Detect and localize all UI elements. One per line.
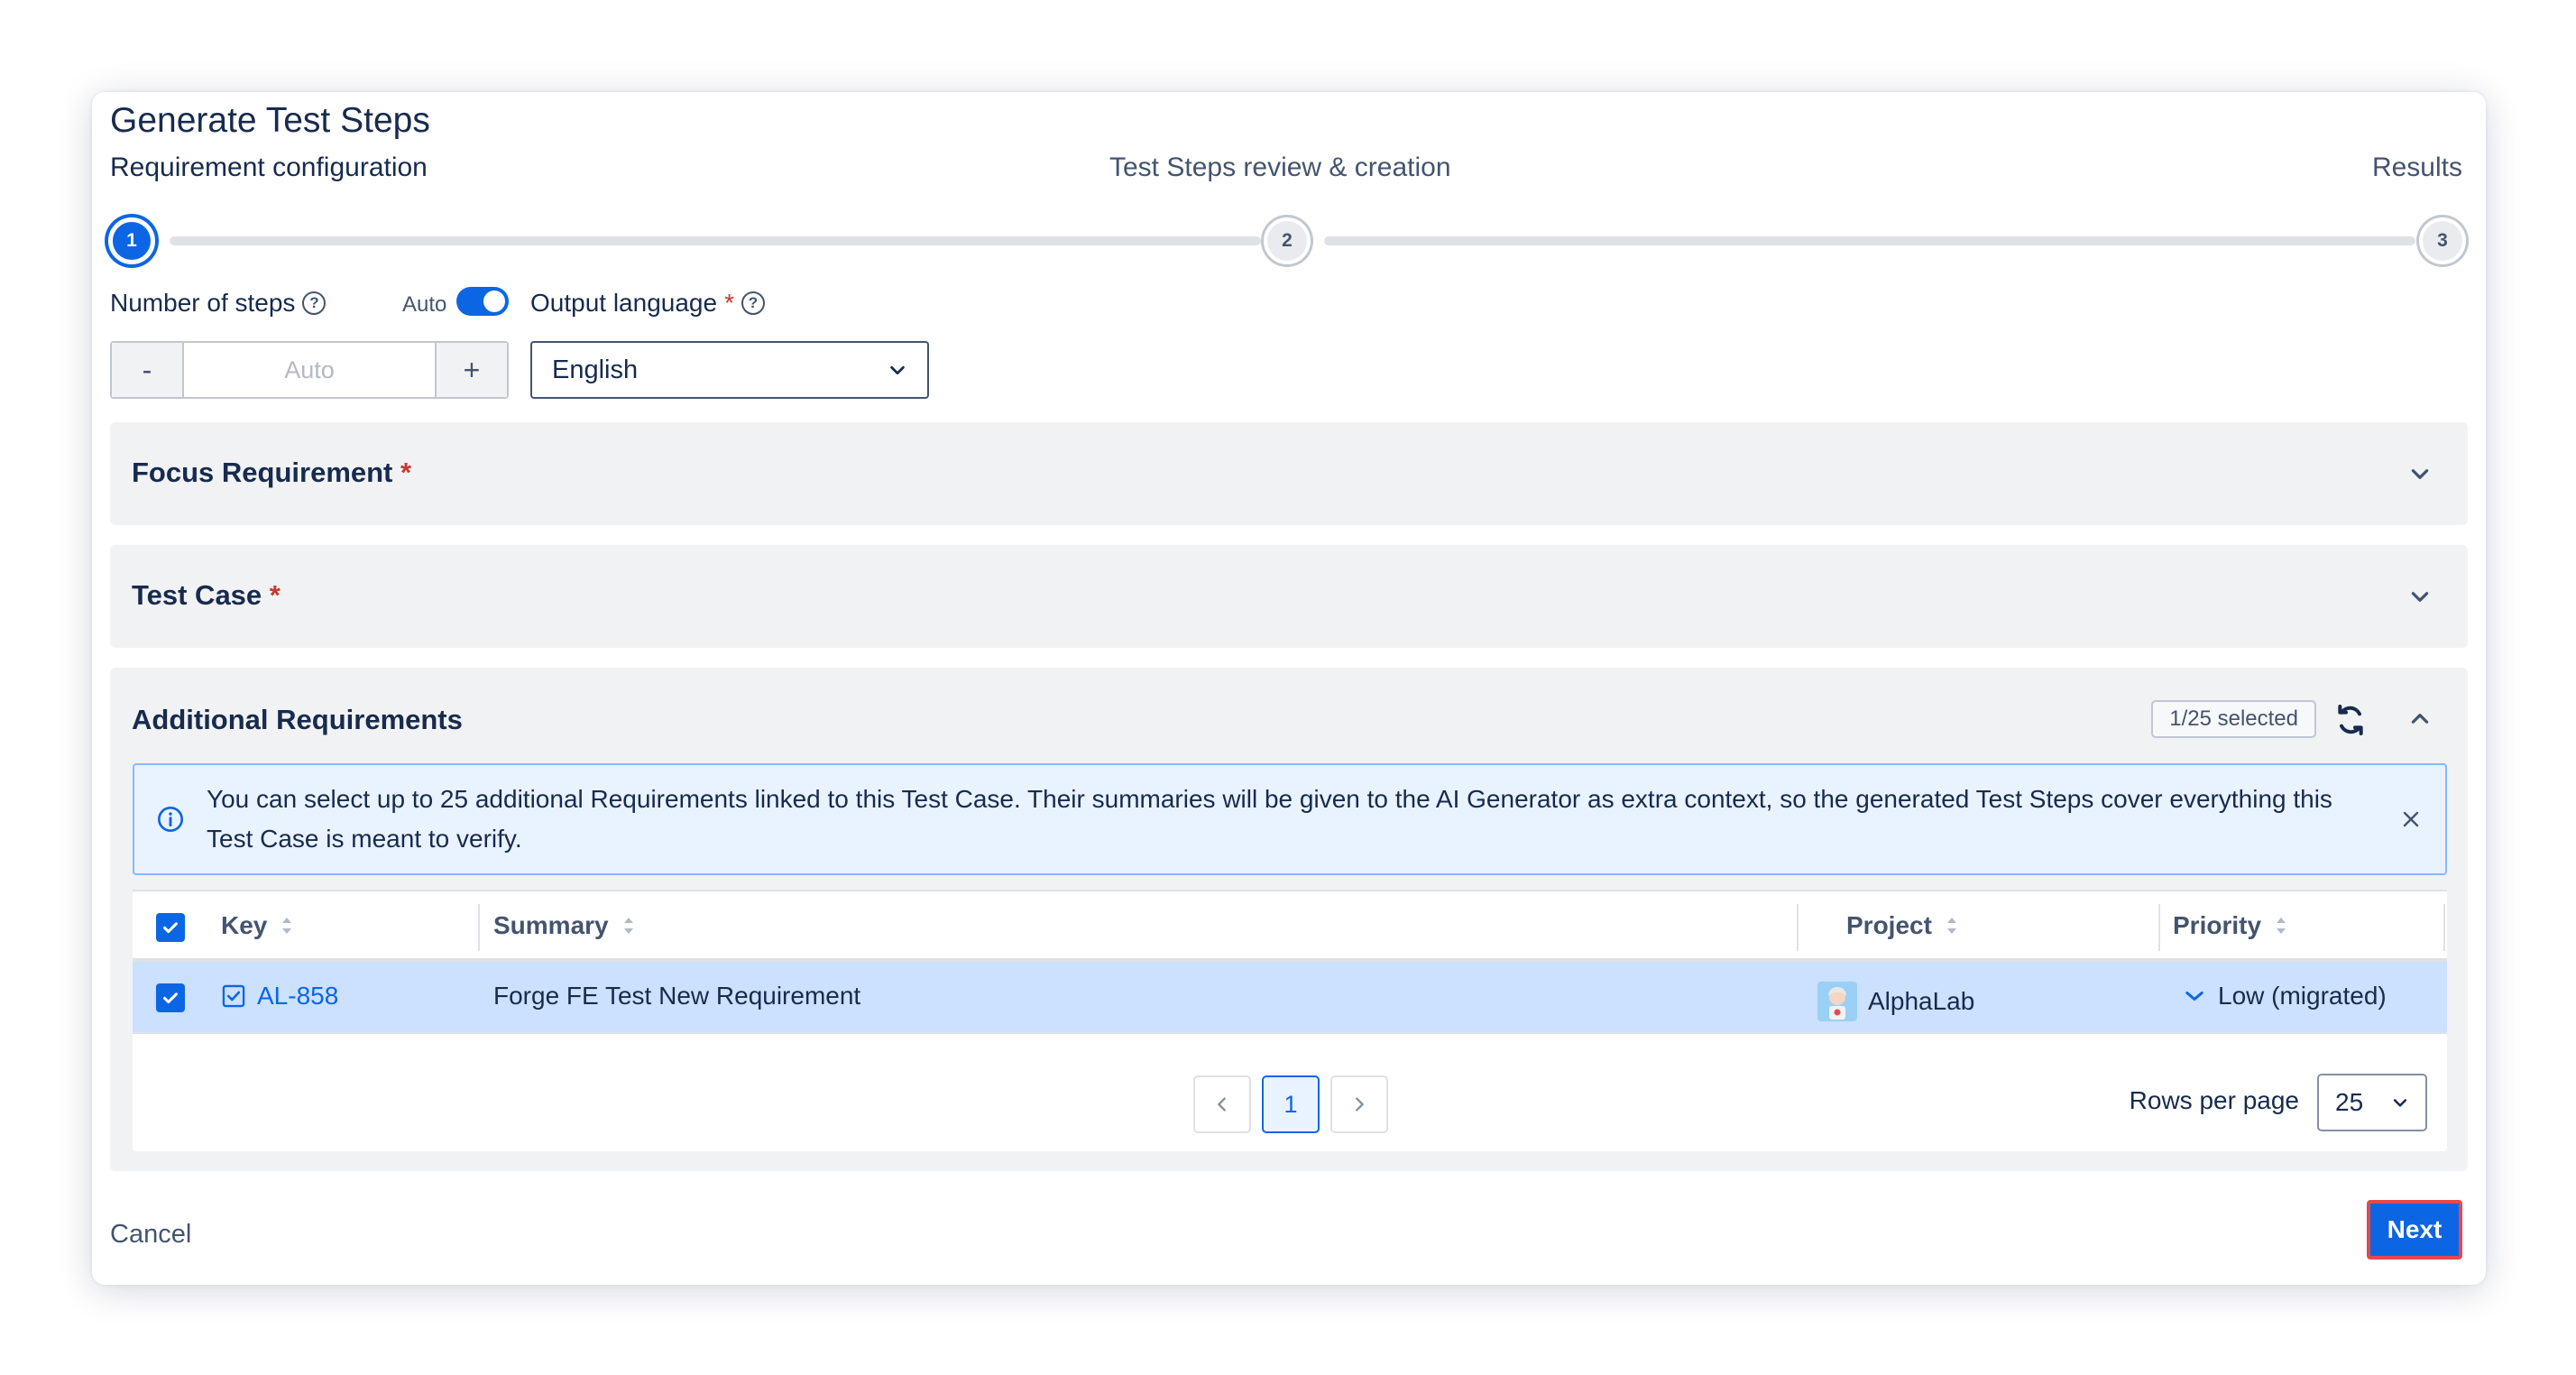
row-summary: Forge FE Test New Requirement — [493, 982, 861, 1010]
steps-input[interactable]: Auto — [182, 343, 437, 397]
refresh-icon[interactable] — [2332, 702, 2369, 738]
auto-toggle[interactable] — [456, 287, 509, 316]
chevron-up-icon[interactable] — [2408, 707, 2432, 731]
generate-test-steps-dialog: Generate Test Steps Requirement configur… — [92, 92, 2486, 1285]
output-language-value: English — [552, 355, 639, 384]
step-label-1: Requirement configuration — [110, 152, 428, 182]
selected-count-badge: 1/25 selected — [2151, 700, 2316, 738]
progress-track-1 — [170, 236, 1261, 245]
check-icon — [163, 922, 178, 934]
decrement-button[interactable]: - — [112, 343, 182, 397]
info-icon — [158, 807, 183, 832]
step-indicator-3: 3 — [2419, 217, 2466, 264]
sort-icon — [1946, 918, 1956, 934]
focus-requirement-section[interactable]: Focus Requirement * — [110, 422, 2468, 525]
additional-requirements-section: Additional Requirements 1/25 selected Yo… — [110, 668, 2468, 1171]
column-header-summary[interactable]: Summary — [493, 911, 636, 940]
requirement-key-link[interactable]: AL-858 — [257, 982, 338, 1010]
section-title: Focus Requirement * — [132, 457, 412, 488]
rows-per-page-select[interactable]: 25 — [2317, 1074, 2427, 1131]
requirements-table: Key Summary Project Priority AL-858 Forg… — [133, 890, 2447, 1151]
progress-track-2 — [1324, 236, 2415, 245]
output-language-label: Output language * ? — [530, 289, 765, 318]
requirement-type-icon — [222, 984, 245, 1008]
info-text: You can select up to 25 additional Requi… — [207, 785, 2332, 853]
project-avatar-icon — [1817, 982, 1857, 1021]
chevron-down-icon[interactable] — [2408, 585, 2432, 608]
dialog-title: Generate Test Steps — [110, 101, 430, 140]
step-label-3: Results — [2371, 152, 2462, 182]
table-row[interactable]: AL-858 Forge FE Test New Requirement Alp… — [133, 962, 2447, 1034]
section-title: Test Case * — [132, 579, 281, 611]
previous-page-button[interactable] — [1193, 1075, 1251, 1133]
test-case-section[interactable]: Test Case * — [110, 545, 2468, 648]
steps-stepper: - Auto + — [110, 341, 509, 399]
table-header: Key Summary Project Priority — [133, 890, 2447, 962]
step-indicator-1: 1 — [108, 217, 155, 264]
low-priority-icon — [2185, 991, 2203, 1001]
next-page-button[interactable] — [1330, 1075, 1388, 1133]
row-checkbox[interactable] — [156, 983, 185, 1012]
increment-button[interactable]: + — [437, 343, 507, 397]
sort-icon — [282, 918, 292, 934]
row-project: AlphaLab — [1817, 982, 1974, 1021]
chevron-down-icon — [2393, 1099, 2407, 1107]
sort-icon — [2277, 918, 2286, 934]
next-button[interactable]: Next — [2367, 1200, 2462, 1260]
number-of-steps-label: Number of steps ? — [110, 289, 327, 318]
step-indicator-2: 2 — [1264, 217, 1311, 264]
chevron-down-icon — [890, 365, 905, 375]
auto-label: Auto — [402, 292, 447, 317]
step-label-2: Test Steps review & creation — [1109, 152, 1451, 182]
rows-per-page-label: Rows per page — [2129, 1086, 2299, 1114]
output-language-select[interactable]: English — [530, 341, 929, 399]
chevron-left-icon — [1218, 1097, 1226, 1112]
row-priority: Low (migrated) — [2182, 982, 2387, 1010]
section-title: Additional Requirements — [132, 704, 463, 735]
column-header-key[interactable]: Key — [221, 911, 294, 940]
help-icon[interactable]: ? — [741, 291, 765, 315]
page-button-1[interactable]: 1 — [1262, 1075, 1320, 1133]
chevron-right-icon — [1356, 1097, 1364, 1112]
row-key: AL-858 — [221, 982, 338, 1010]
close-icon[interactable] — [2400, 808, 2422, 830]
chevron-down-icon[interactable] — [2408, 462, 2432, 485]
select-all-checkbox[interactable] — [156, 913, 185, 942]
cancel-button[interactable]: Cancel — [110, 1220, 191, 1250]
help-icon[interactable]: ? — [302, 291, 327, 315]
sort-icon — [623, 918, 633, 934]
column-header-priority[interactable]: Priority — [2173, 911, 2288, 940]
check-icon — [163, 992, 178, 1004]
column-header-project[interactable]: Project — [1846, 911, 1959, 940]
info-banner: You can select up to 25 additional Requi… — [133, 763, 2447, 875]
